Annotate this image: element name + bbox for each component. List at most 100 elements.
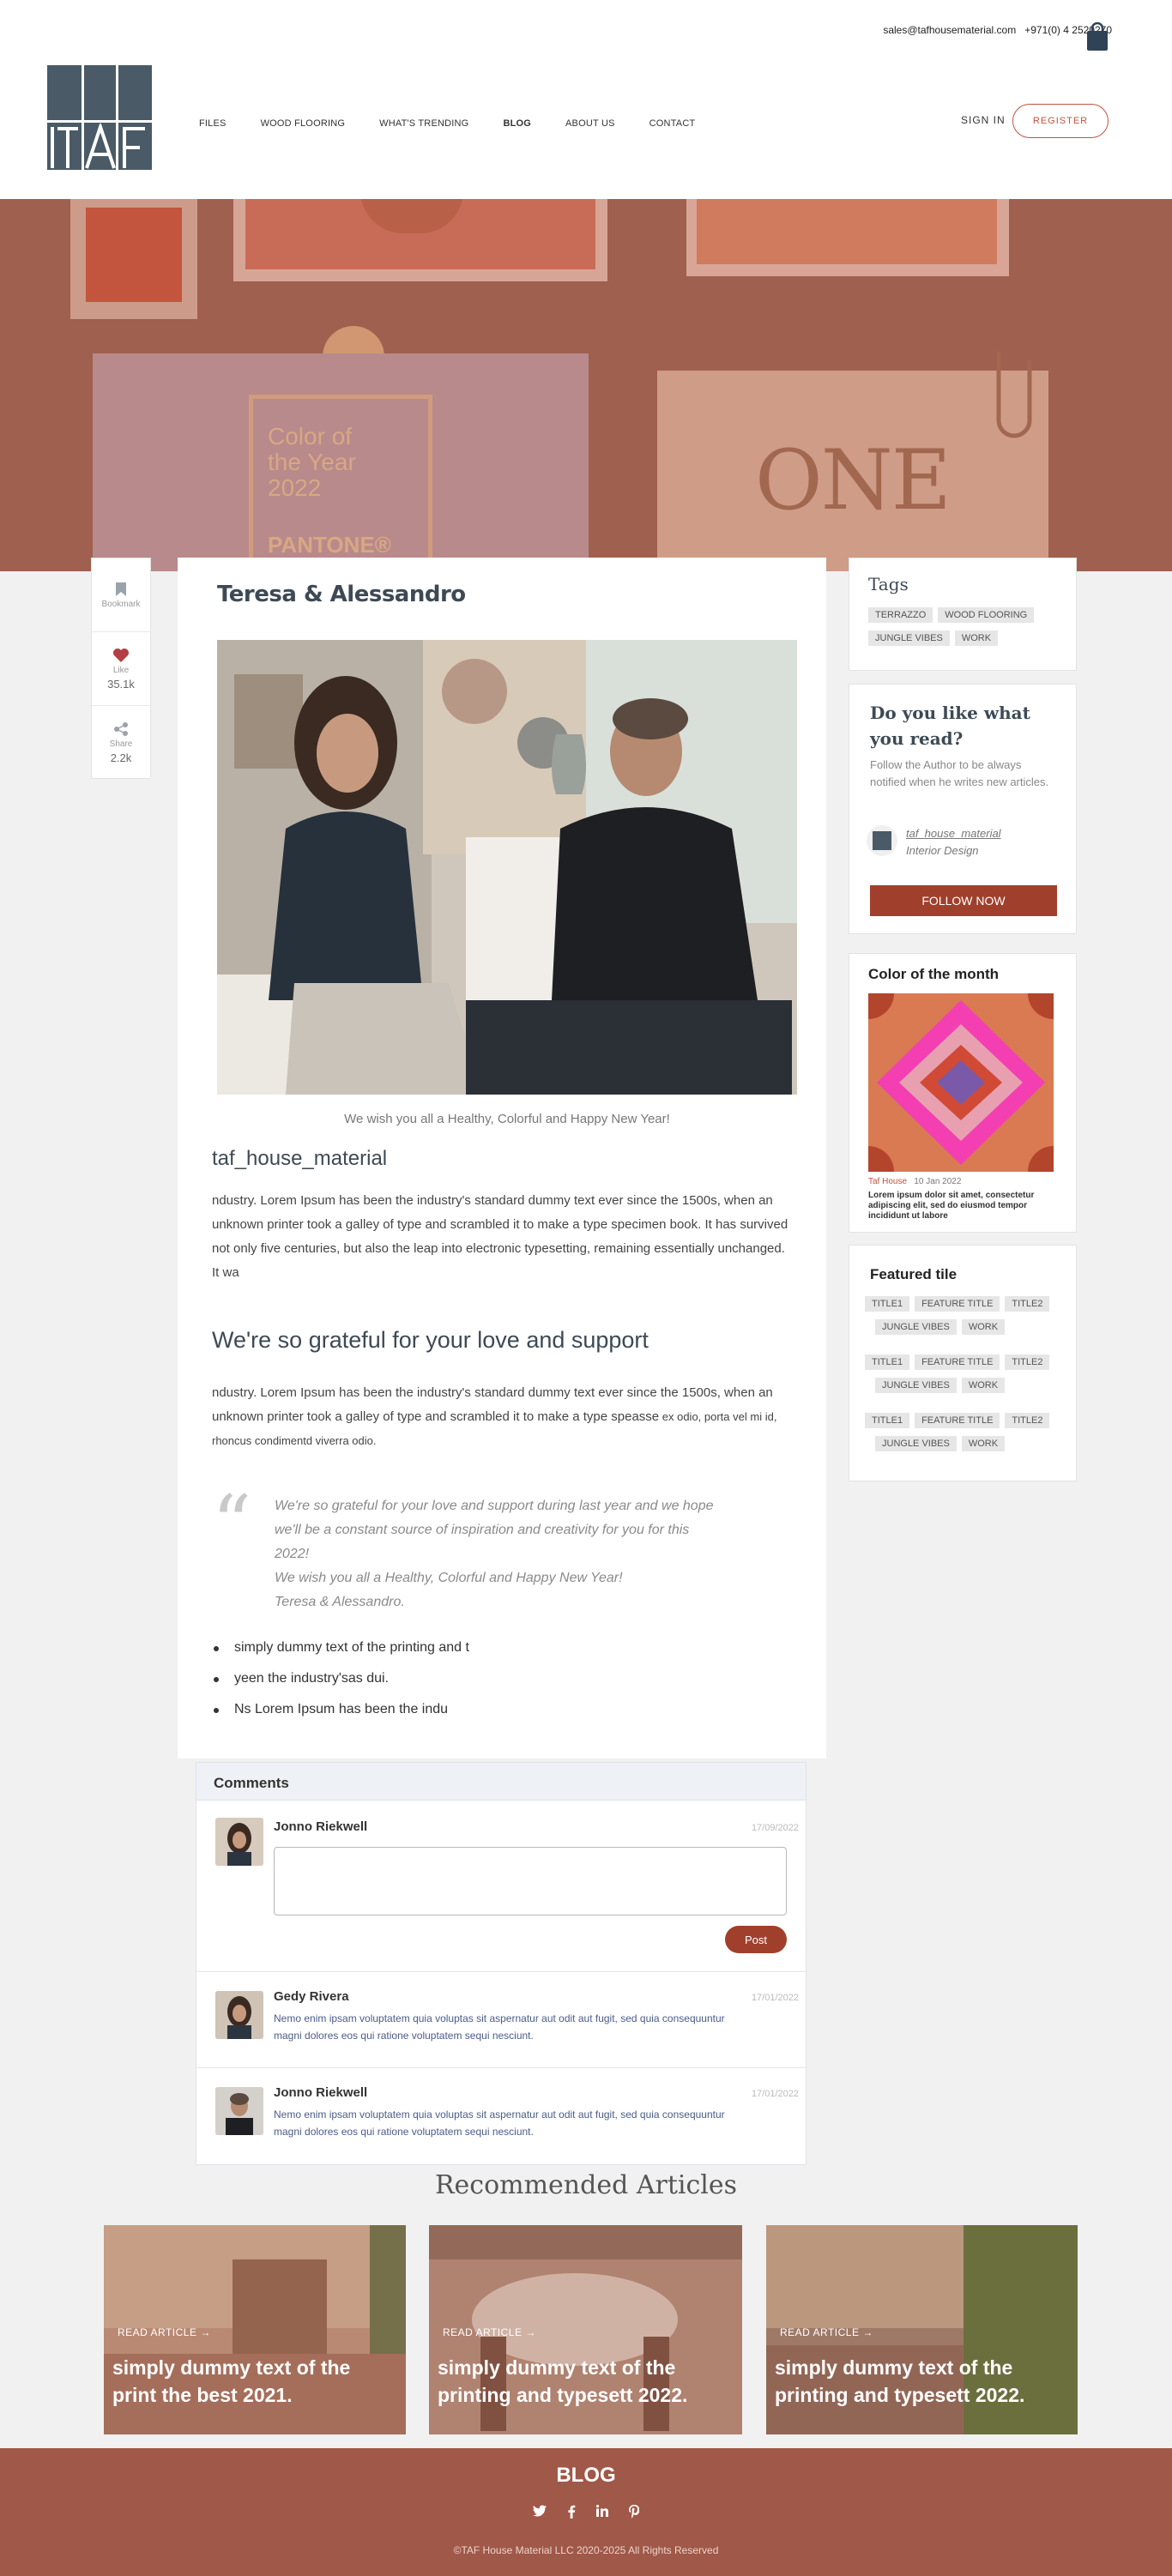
quote-line: We wish you all a Healthy, Colorful and …	[275, 1571, 623, 1585]
featured-tag[interactable]: JUNGLE VIBES	[875, 1436, 957, 1451]
featured-tile-card: Featured tile TITLE1 FEATURE TITLE TITLE2 J…	[849, 1245, 1077, 1481]
taf-logo[interactable]	[47, 65, 152, 170]
list-item: yeen the industry'sas dui.	[212, 1671, 469, 1702]
share-label: Share	[109, 739, 133, 749]
featured-tag[interactable]: TITLE2	[1005, 1413, 1050, 1428]
color-of-month-image[interactable]	[868, 993, 1054, 1172]
share-action[interactable]: Share 2.2k	[92, 706, 150, 780]
featured-tag[interactable]: FEATURE TITLE	[915, 1296, 1000, 1312]
featured-tag[interactable]: JUNGLE VIBES	[875, 1319, 957, 1335]
footer-title: BLOG	[556, 2464, 616, 2487]
comment-author: Jonno Riekwell	[274, 2085, 368, 2100]
comments-heading: Comments	[196, 1763, 806, 1801]
hero-swatch-line3: 2022	[268, 474, 322, 501]
featured-tag[interactable]: WORK	[961, 1436, 1006, 1451]
color-of-month-card: Color of the month Taf House 10 Jan 2022…	[849, 953, 1077, 1233]
bookmark-icon	[116, 582, 126, 596]
follow-description: Follow the Author to be always notified …	[870, 758, 1049, 788]
comment-date: 17/09/2022	[751, 1823, 799, 1833]
linkedin-icon[interactable]	[596, 2505, 608, 2517]
nav-blog[interactable]: BLOG	[503, 118, 531, 129]
comment-row: Gedy Rivera 17/01/2022 Nemo enim ipsam v…	[196, 1972, 806, 2068]
featured-tag[interactable]: TITLE1	[865, 1296, 910, 1312]
social-links	[0, 2505, 1172, 2519]
recommended-card-title: simply dummy text of the printing and ty…	[438, 2356, 688, 2406]
comment-text: Nemo enim ipsam voluptatem quia voluptas…	[274, 2108, 725, 2138]
like-count: 35.1k	[107, 677, 135, 691]
tag-work[interactable]: WORK	[954, 630, 999, 646]
color-of-month-heading: Color of the month	[868, 966, 1000, 982]
comment-text: Nemo enim ipsam voluptatem quia voluptas…	[274, 2012, 725, 2042]
follow-now-button[interactable]: FOLLOW NOW	[870, 885, 1057, 916]
recommended-card[interactable]: READ ARTICLE → simply dummy text of the …	[104, 2225, 406, 2434]
comment-input[interactable]	[274, 1847, 787, 1915]
featured-tag[interactable]: TITLE2	[1005, 1296, 1050, 1312]
author-heading[interactable]: taf_house_material	[212, 1147, 387, 1171]
article-subheading: We're so grateful for your love and supp…	[212, 1327, 649, 1353]
comment-author: Gedy Rivera	[274, 1989, 349, 2004]
post-button[interactable]: Post	[725, 1926, 787, 1953]
new-comment-row: Jonno Riekwell 17/09/2022 Post	[196, 1801, 806, 1972]
article-bullets: simply dummy text of the printing and t …	[212, 1640, 469, 1733]
bookmark-action[interactable]: Bookmark	[92, 558, 150, 632]
comment-date: 17/01/2022	[751, 2089, 799, 2099]
featured-tag[interactable]: WORK	[961, 1378, 1006, 1393]
read-article-link[interactable]: READ ARTICLE →	[780, 2326, 873, 2338]
sign-in-link[interactable]: SIGN IN	[961, 114, 1006, 126]
recommended-card[interactable]: READ ARTICLE → simply dummy text of the …	[766, 2225, 1078, 2434]
pinterest-icon[interactable]	[629, 2505, 639, 2519]
hero-swatch-line2: the Year	[268, 449, 356, 475]
nav-contact[interactable]: CONTACT	[649, 118, 696, 129]
nav-about-us[interactable]: ABOUT US	[565, 118, 615, 129]
shopping-bag-icon[interactable]	[1086, 22, 1109, 51]
heart-icon	[113, 648, 129, 662]
quote-line: we'll be a constant source of inspiratio…	[275, 1523, 690, 1537]
featured-tag[interactable]: FEATURE TITLE	[915, 1413, 1000, 1428]
like-action[interactable]: Like 35.1k	[92, 632, 150, 706]
article-title: Teresa & Alessandro	[217, 582, 466, 607]
main-nav: FILES WOOD FLOORING WHAT'S TRENDING BLOG…	[199, 118, 729, 129]
contact-bar: sales@tafhousematerial.com +971(0) 4 252…	[883, 24, 1112, 36]
read-article-link[interactable]: READ ARTICLE →	[118, 2326, 211, 2338]
author-link[interactable]: taf_house_material	[906, 827, 1001, 840]
avatar	[215, 2087, 263, 2135]
featured-tag[interactable]: FEATURE TITLE	[915, 1354, 1000, 1370]
site-footer: BLOG ©TAF House Material LLC 2020-2025 A…	[0, 2448, 1172, 2576]
read-article-link[interactable]: READ ARTICLE →	[443, 2326, 536, 2338]
nav-wood-flooring[interactable]: WOOD FLOORING	[261, 118, 346, 129]
site-header: sales@tafhousematerial.com +971(0) 4 252…	[0, 0, 1172, 199]
color-description: Lorem ipsum dolor sit amet, consectetur …	[868, 1191, 1035, 1221]
recommended-heading: Recommended Articles	[434, 2170, 738, 2200]
color-of-month-meta: Taf House 10 Jan 2022	[868, 1177, 961, 1186]
color-author[interactable]: Taf House	[868, 1177, 907, 1186]
quote-line: Teresa & Alessandro.	[275, 1595, 405, 1609]
featured-tag[interactable]: TITLE1	[865, 1354, 910, 1370]
tag-wood-flooring[interactable]: WOOD FLOORING	[938, 607, 1035, 623]
featured-tag-group: TITLE1 FEATURE TITLE TITLE2 JUNGLE VIBES WOR…	[865, 1412, 1060, 1458]
email-link[interactable]: sales@tafhousematerial.com	[883, 24, 1016, 36]
quote-line: 2022!	[275, 1547, 310, 1561]
recommended-card[interactable]: READ ARTICLE → simply dummy text of the …	[429, 2225, 742, 2434]
facebook-icon[interactable]	[567, 2505, 576, 2519]
featured-tag-group: TITLE1 FEATURE TITLE TITLE2 JUNGLE VIBES WOR…	[865, 1354, 1060, 1400]
featured-tag[interactable]: WORK	[961, 1319, 1006, 1335]
bookmark-label: Bookmark	[101, 599, 141, 609]
list-item: simply dummy text of the printing and t	[212, 1640, 469, 1671]
tag-jungle-vibes[interactable]: JUNGLE VIBES	[868, 630, 950, 646]
hero-swatch-line1: Color of	[268, 423, 353, 449]
featured-tag[interactable]: JUNGLE VIBES	[875, 1378, 957, 1393]
tag-terrazzo[interactable]: TERRAZZO	[868, 607, 933, 623]
share-count: 2.2k	[110, 751, 132, 764]
nav-whats-trending[interactable]: WHAT'S TRENDING	[379, 118, 468, 129]
quote-line: We're so grateful for your love and supp…	[275, 1499, 714, 1513]
hero-banner: Color of the Year 2022 PANTONE® ONE	[0, 199, 1172, 571]
tags-heading: Tags	[868, 574, 909, 594]
featured-tag[interactable]: TITLE2	[1005, 1354, 1050, 1370]
twitter-icon[interactable]	[533, 2505, 547, 2517]
register-button[interactable]: REGISTER	[1012, 104, 1109, 138]
article-photo	[217, 640, 797, 1095]
nav-files[interactable]: FILES	[199, 118, 227, 129]
follow-heading: Do you like what you read?	[870, 703, 1030, 749]
featured-tag[interactable]: TITLE1	[865, 1413, 910, 1428]
featured-tile-heading: Featured tile	[870, 1266, 958, 1282]
